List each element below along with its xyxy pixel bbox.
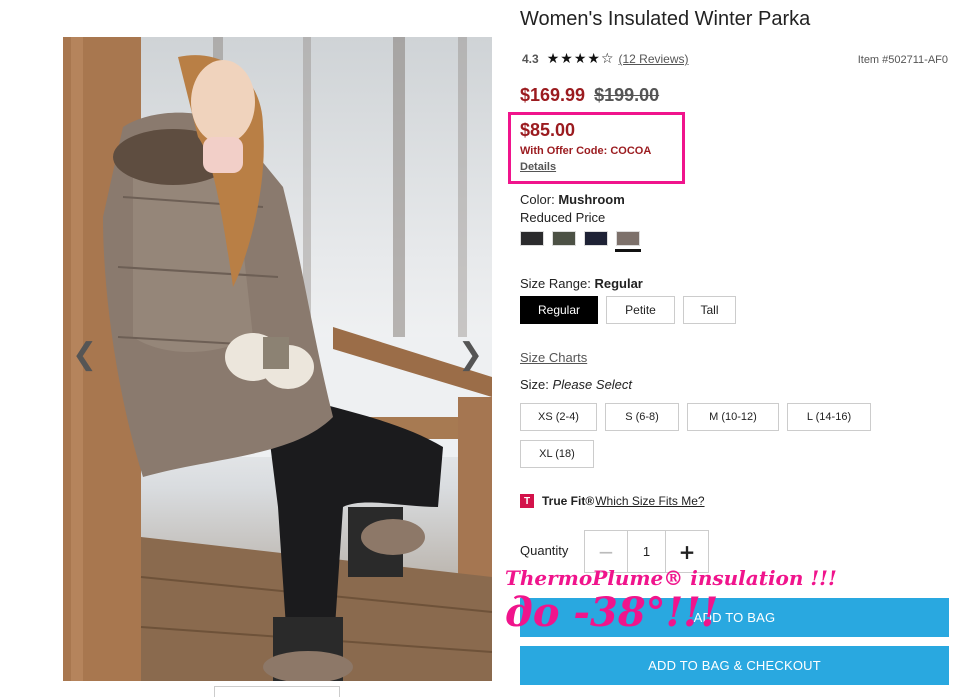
rating-stars: ★ ★ ★ ★ ☆ xyxy=(547,52,615,66)
original-price: $199.00 xyxy=(594,85,660,105)
star-icon: ★ xyxy=(546,51,560,67)
price-row: $169.99 $199.00 xyxy=(520,85,659,106)
size-label: Size: Please Select xyxy=(520,377,632,392)
product-photo-illustration xyxy=(63,37,492,681)
promo-overlay-line2: до -38°!!! xyxy=(505,589,719,636)
size-range-label: Size Range: Regular xyxy=(520,276,643,291)
rating-row: 4.3 ★ ★ ★ ★ ☆ (12 Reviews) xyxy=(522,52,689,66)
selected-size-range: Regular xyxy=(594,276,643,291)
swatch-black[interactable] xyxy=(520,231,544,246)
offer-price: $85.00 xyxy=(520,120,576,140)
size-m-button[interactable]: M (10-12) xyxy=(687,403,779,431)
star-icon: ★ xyxy=(587,51,600,67)
size-label-text: Size: xyxy=(520,377,549,392)
size-range-regular-button[interactable]: Regular xyxy=(520,296,598,324)
star-icon: ★ xyxy=(573,51,587,67)
quantity-label: Quantity xyxy=(520,543,569,558)
size-range-label-text: Size Range: xyxy=(520,276,591,291)
color-label: Color: Mushroom xyxy=(520,192,625,207)
next-image-arrow-icon[interactable]: ❯ xyxy=(458,340,483,370)
previous-image-arrow-icon[interactable]: ❮ xyxy=(72,340,97,370)
swatch-olive[interactable] xyxy=(552,231,576,246)
swatch-mushroom[interactable] xyxy=(616,231,640,246)
truefit-row: T True Fit® Which Size Fits Me? xyxy=(520,494,705,508)
reduced-price-note: Reduced Price xyxy=(520,210,606,225)
size-range-petite-button[interactable]: Petite xyxy=(606,296,675,324)
color-swatches xyxy=(520,231,648,246)
size-s-button[interactable]: S (6-8) xyxy=(605,403,679,431)
size-xs-button[interactable]: XS (2-4) xyxy=(520,403,597,431)
size-prompt: Please Select xyxy=(552,377,633,392)
which-size-fits-link[interactable]: Which Size Fits Me? xyxy=(595,494,704,508)
product-image xyxy=(63,37,492,681)
swatch-navy[interactable] xyxy=(584,231,608,246)
size-charts-link[interactable]: Size Charts xyxy=(520,350,587,365)
product-title: Women's Insulated Winter Parka xyxy=(520,8,811,30)
item-number: Item #502711-AF0 xyxy=(857,54,948,66)
offer-details-link[interactable]: Details xyxy=(520,161,556,173)
truefit-logo-icon: T xyxy=(520,494,534,508)
rating-value: 4.3 xyxy=(522,52,539,66)
add-to-bag-checkout-button[interactable]: ADD TO BAG & CHECKOUT xyxy=(520,646,949,685)
sale-price: $169.99 xyxy=(520,85,586,105)
size-range-tall-button[interactable]: Tall xyxy=(683,296,736,324)
reviews-link[interactable]: (12 Reviews) xyxy=(619,52,689,66)
truefit-brand: True Fit® xyxy=(542,494,595,508)
promo-overlay-line1: ThermoPlume® insulation !!! xyxy=(505,566,837,590)
color-label-text: Color: xyxy=(520,192,555,207)
selected-swatch-indicator xyxy=(615,249,641,252)
star-icon: ★ xyxy=(560,51,573,67)
offer-code-text: With Offer Code: COCOA xyxy=(520,145,652,157)
size-l-button[interactable]: L (14-16) xyxy=(787,403,871,431)
size-xl-button[interactable]: XL (18) xyxy=(520,440,594,468)
selected-color: Mushroom xyxy=(558,192,625,207)
star-empty-icon: ☆ xyxy=(600,51,614,67)
thumbnail-control[interactable] xyxy=(214,686,340,697)
